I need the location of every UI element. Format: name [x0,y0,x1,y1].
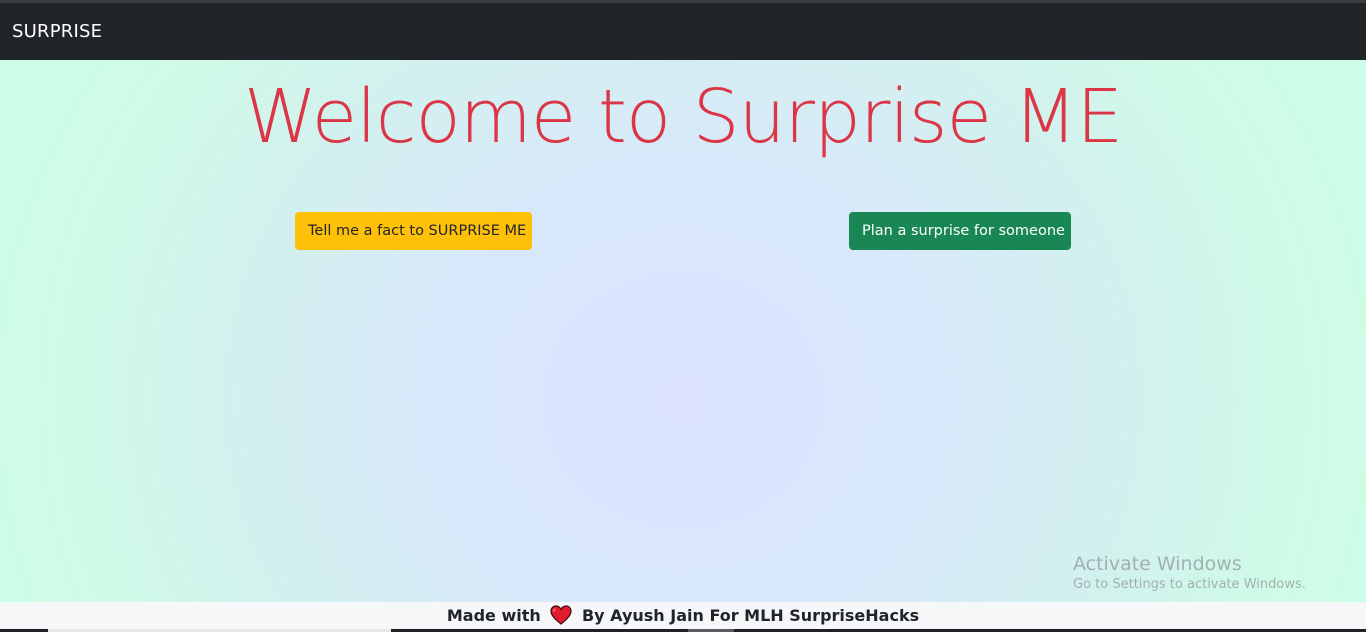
page-title: Welcome to Surprise ME [243,74,1123,160]
navbar: SURPRISE [0,3,1366,60]
heart-icon [550,605,572,625]
navbar-brand[interactable]: SURPRISE [12,21,102,43]
footer-text-before: Made with [446,606,541,625]
fact-surprise-button[interactable]: Tell me a fact to SURPRISE ME [295,212,532,250]
plan-surprise-button[interactable]: Plan a surprise for someone [849,212,1071,250]
watermark-subtitle: Go to Settings to activate Windows. [1073,577,1306,592]
main-content: Welcome to Surprise ME Tell me a fact to… [0,60,1366,602]
footer-text-after: By Ayush Jain For MLH SurpriseHacks [581,606,920,625]
watermark-title: Activate Windows [1073,553,1242,575]
footer: Made with By Ayush Jain For MLH Surprise… [0,602,1366,629]
activate-windows-watermark: Activate Windows Go to Settings to activ… [1073,552,1306,594]
